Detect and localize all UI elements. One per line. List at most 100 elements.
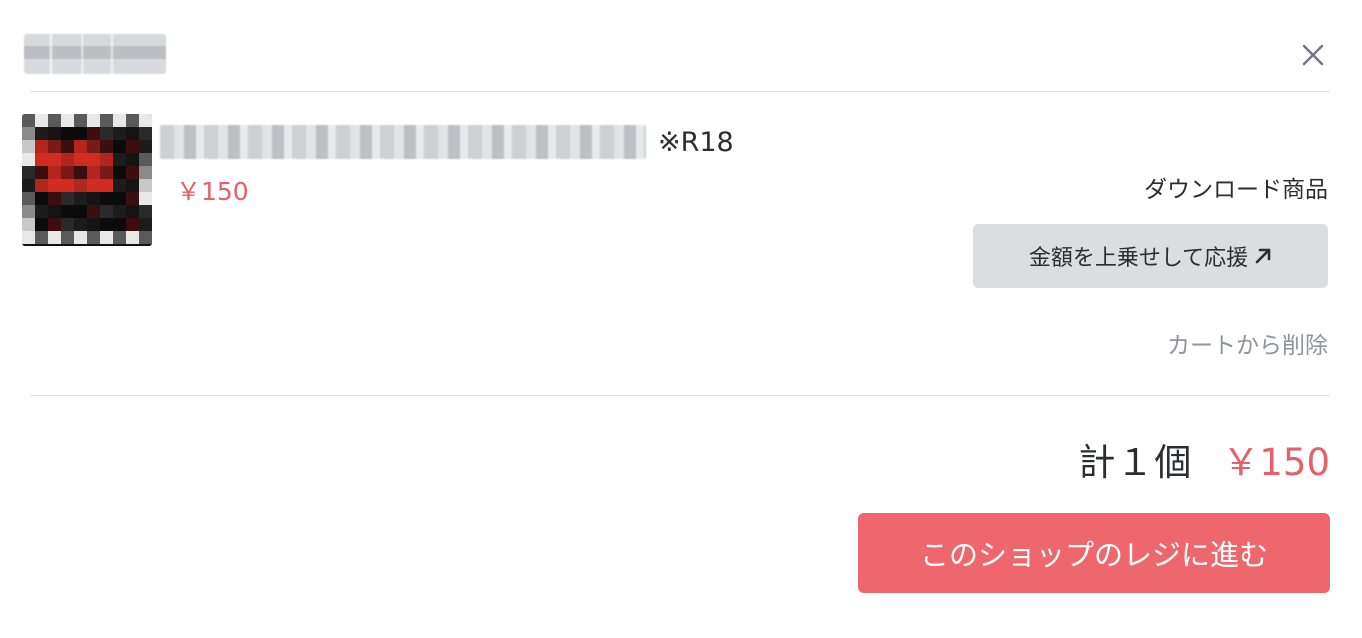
thumbnail-pixel [87,114,100,127]
thumbnail-pixel [22,127,35,140]
thumbnail-pixel [113,179,126,192]
thumbnail-pixel [35,114,48,127]
thumbnail-pixel [100,231,113,244]
thumbnail-pixel [22,231,35,244]
thumbnail-pixel [87,192,100,205]
thumbnail-pixel [113,166,126,179]
thumbnail-pixel [35,205,48,218]
thumbnail-pixel [139,192,152,205]
thumbnail-pixel [100,127,113,140]
thumbnail-pixel [126,153,139,166]
thumbnail-pixel [126,192,139,205]
product-title-suffix: ※R18 [658,126,734,158]
thumbnail-pixel [74,153,87,166]
thumbnail-pixel [139,114,152,127]
thumbnail-pixel [61,153,74,166]
thumbnail-pixel [126,179,139,192]
thumbnail-pixel [61,218,74,231]
thumbnail-pixel [74,140,87,153]
thumbnail-pixel [100,205,113,218]
thumbnail-pixel [61,205,74,218]
thumbnail-pixel [87,140,100,153]
cart-modal: ※R18 ￥150 ダウンロード商品 金額を上乗せして応援 カートから削除 計１… [0,0,1362,638]
thumbnail-pixel [61,140,74,153]
thumbnail-pixel [100,114,113,127]
support-button[interactable]: 金額を上乗せして応援 [973,224,1328,288]
thumbnail-pixel [48,205,61,218]
thumbnail-pixel [113,114,126,127]
thumbnail-pixel [139,179,152,192]
thumbnail-pixel [35,140,48,153]
thumbnail-pixel [113,140,126,153]
thumbnail-pixel [74,127,87,140]
item-actions: ダウンロード商品 金額を上乗せして応援 カートから削除 [973,170,1328,360]
product-type-label: ダウンロード商品 [1144,177,1328,203]
thumbnail-pixel [87,218,100,231]
thumbnail-pixel [126,231,139,244]
thumbnail-pixel [74,218,87,231]
product-thumbnail[interactable] [22,114,152,246]
thumbnail-pixel [139,127,152,140]
thumbnail-pixel [22,114,35,127]
remove-from-cart-link[interactable]: カートから削除 [1167,326,1328,360]
thumbnail-pixel [74,192,87,205]
cart-item: ※R18 ￥150 ダウンロード商品 金額を上乗せして応援 カートから削除 [22,92,1330,396]
thumbnail-pixel [61,127,74,140]
product-title-redacted [160,125,646,159]
support-button-label: 金額を上乗せして応援 [1028,246,1249,271]
thumbnail-pixel [139,166,152,179]
thumbnail-pixel [126,114,139,127]
cart-total: 計１個 ￥150 [1078,432,1330,486]
thumbnail-pixel [126,127,139,140]
thumbnail-pixel [48,166,61,179]
thumbnail-pixel [113,153,126,166]
item-price: ￥150 [176,177,249,206]
thumbnail-pixel [48,140,61,153]
thumbnail-pixel [35,218,48,231]
thumbnail-pixel [87,127,100,140]
thumbnail-pixel [100,140,113,153]
thumbnail-pixel [48,153,61,166]
thumbnail-pixel [100,153,113,166]
close-icon [1302,44,1324,66]
thumbnail-pixel [48,218,61,231]
thumbnail-pixel [35,127,48,140]
thumbnail-pixel [35,179,48,192]
thumbnail-pixel [126,218,139,231]
thumbnail-pixel [22,166,35,179]
thumbnail-pixel [35,153,48,166]
thumbnail-pixel [74,179,87,192]
thumbnail-pixel [48,231,61,244]
thumbnail-pixel [139,153,152,166]
thumbnail-pixel [35,192,48,205]
thumbnail-pixel [139,140,152,153]
thumbnail-pixel [100,192,113,205]
thumbnail-pixel [113,127,126,140]
thumbnail-pixel [126,205,139,218]
thumbnail-pixel [87,205,100,218]
thumbnail-pixel [113,205,126,218]
thumbnail-pixel [113,231,126,244]
thumbnail-pixel [100,218,113,231]
thumbnail-pixel [61,166,74,179]
thumbnail-pixel [22,192,35,205]
thumbnail-pixel [87,153,100,166]
thumbnail-pixel [87,166,100,179]
thumbnail-pixel [35,166,48,179]
shop-name-redacted [24,34,166,74]
thumbnail-pixel [74,114,87,127]
thumbnail-pixel [48,192,61,205]
checkout-button[interactable]: このショップのレジに進む [858,513,1330,593]
thumbnail-pixel [61,114,74,127]
thumbnail-pixel [139,205,152,218]
thumbnail-pixel [22,153,35,166]
thumbnail-pixel [139,218,152,231]
thumbnail-pixel [61,231,74,244]
product-title[interactable]: ※R18 [160,122,734,162]
close-button[interactable] [1298,40,1328,70]
thumbnail-pixel [48,179,61,192]
thumbnail-pixel [61,179,74,192]
total-price: ￥150 [1222,441,1330,484]
total-count: 計１個 [1078,441,1193,484]
thumbnail-pixel [113,218,126,231]
